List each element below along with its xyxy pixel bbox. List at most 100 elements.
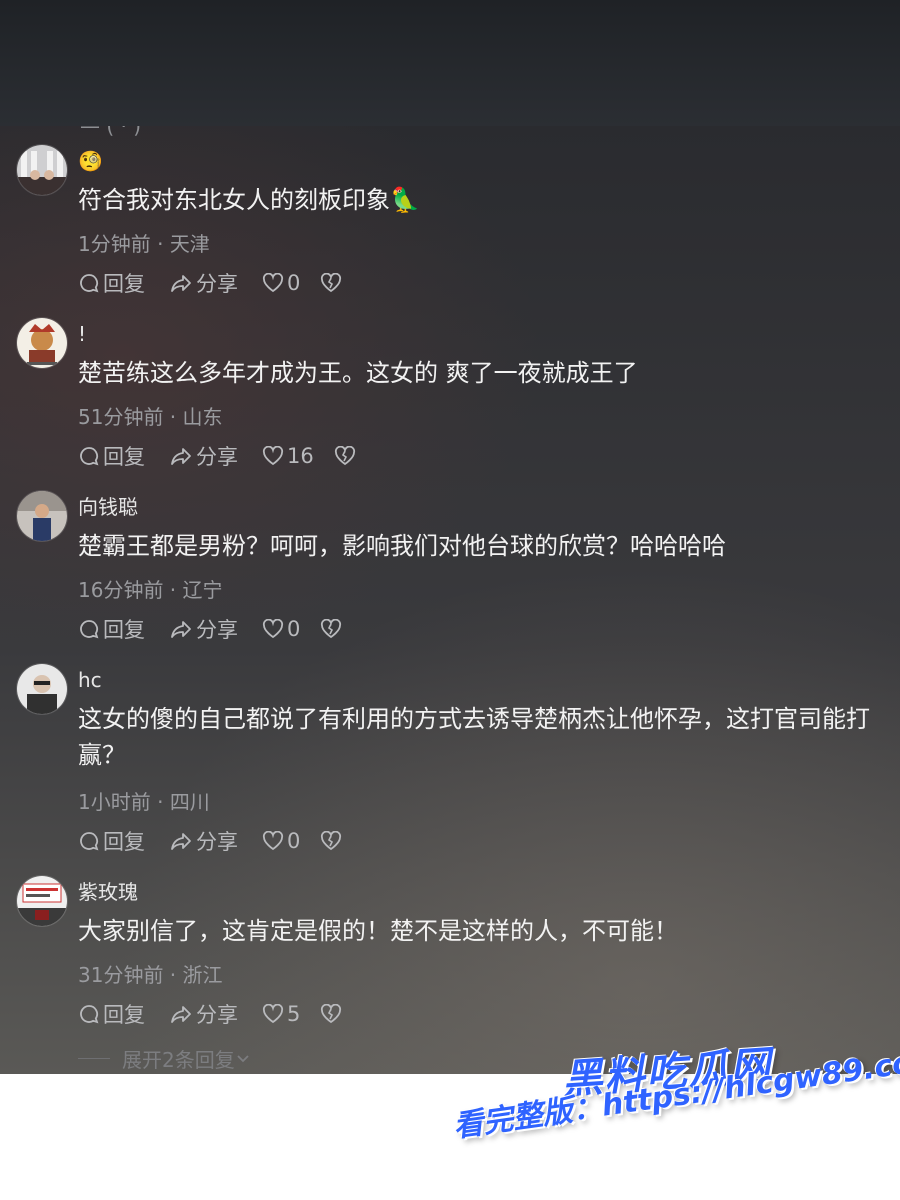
comment-text: 楚苦练这么多年才成为王。这女的 爽了一夜就成王了 xyxy=(78,359,638,387)
comment-location: 辽宁 xyxy=(182,578,223,602)
like-button[interactable]: 0 xyxy=(262,829,300,853)
comment-actions: 回复 分享 5 xyxy=(78,999,369,1029)
reply-label: 回复 xyxy=(103,445,145,469)
broken-heart-icon xyxy=(321,619,342,639)
comment-time: 51分钟前 xyxy=(78,405,164,429)
like-count: 0 xyxy=(287,271,301,295)
dislike-button[interactable] xyxy=(320,273,345,293)
comment-meta: 1小时前 · 四川 xyxy=(78,789,210,815)
reply-label: 回复 xyxy=(103,618,145,642)
comment-username[interactable]: ! xyxy=(78,321,86,347)
dislike-button[interactable] xyxy=(320,619,345,639)
comment-text: 符合我对东北女人的刻板印象🦜 xyxy=(78,186,420,214)
avatar[interactable] xyxy=(16,490,68,542)
comment-username[interactable]: hc xyxy=(78,667,102,693)
broken-heart-icon xyxy=(321,831,342,851)
reply-icon xyxy=(80,832,99,851)
comment-time: 1小时前 xyxy=(78,790,151,814)
reply-label: 回复 xyxy=(103,830,145,854)
comment-time: 31分钟前 xyxy=(78,963,164,987)
comment-actions: 回复 分享 0 xyxy=(78,826,369,856)
share-icon xyxy=(171,448,191,465)
share-button[interactable]: 分享 xyxy=(169,441,238,471)
chevron-down-icon xyxy=(237,1054,249,1062)
reply-button[interactable]: 回复 xyxy=(78,441,145,471)
comment-location: 浙江 xyxy=(182,963,223,987)
share-label: 分享 xyxy=(196,272,238,296)
divider xyxy=(78,1058,110,1059)
meta-separator: · xyxy=(163,578,183,602)
reply-label: 回复 xyxy=(103,272,145,296)
broken-heart-icon xyxy=(334,446,355,466)
comment-username[interactable]: 🧐 xyxy=(78,148,103,174)
reply-button[interactable]: 回复 xyxy=(78,999,145,1029)
meta-separator: · xyxy=(163,963,183,987)
meta-separator: · xyxy=(150,790,170,814)
heart-icon xyxy=(262,619,284,639)
avatar[interactable] xyxy=(16,317,68,369)
watermark: 黑料吃瓜网 看完整版：https://hlcgw89.com xyxy=(450,1040,900,1190)
expand-replies-button[interactable]: 展开2条回复 xyxy=(78,1044,251,1073)
reply-icon xyxy=(80,1005,99,1024)
like-count: 5 xyxy=(287,1002,301,1026)
comment-location: 山东 xyxy=(182,405,223,429)
dislike-button[interactable] xyxy=(320,1004,345,1024)
comment-actions: 回复 分享 0 xyxy=(78,268,369,298)
share-icon xyxy=(171,621,191,638)
comment-location: 天津 xyxy=(169,232,210,256)
cut-off-username: — ( · ) xyxy=(80,126,142,138)
comment-location: 四川 xyxy=(169,790,210,814)
avatar[interactable] xyxy=(16,875,68,927)
broken-heart-icon xyxy=(321,1004,342,1024)
dislike-button[interactable] xyxy=(320,831,345,851)
comment-time: 16分钟前 xyxy=(78,578,164,602)
comment-text: 这女的傻的自己都说了有利用的方式去诱导楚柄杰让他怀孕，这打官司能打赢？ xyxy=(78,705,870,769)
like-button[interactable]: 16 xyxy=(262,444,314,468)
share-label: 分享 xyxy=(196,445,238,469)
share-button[interactable]: 分享 xyxy=(169,268,238,298)
comment-username[interactable]: 向钱聪 xyxy=(78,494,138,520)
comment-text: 大家别信了，这肯定是假的！楚不是这样的人，不可能！ xyxy=(78,917,678,945)
heart-icon xyxy=(262,446,284,466)
comment-panel: — ( · ) 🧐 符合我对东北女人的刻板印象🦜 1分钟前 · 天津 回复 分享… xyxy=(0,126,900,1074)
like-button[interactable]: 0 xyxy=(262,617,300,641)
share-button[interactable]: 分享 xyxy=(169,826,238,856)
comment-username[interactable]: 紫玫瑰 xyxy=(78,879,138,905)
comment-meta: 51分钟前 · 山东 xyxy=(78,404,223,430)
share-label: 分享 xyxy=(196,618,238,642)
meta-separator: · xyxy=(163,405,183,429)
like-button[interactable]: 0 xyxy=(262,271,300,295)
share-button[interactable]: 分享 xyxy=(169,614,238,644)
reply-button[interactable]: 回复 xyxy=(78,614,145,644)
comment-meta: 31分钟前 · 浙江 xyxy=(78,962,223,988)
comment-text: 楚霸王都是男粉？呵呵，影响我们对他台球的欣赏？哈哈哈哈 xyxy=(78,532,726,560)
reply-icon xyxy=(80,274,99,293)
comment-meta: 16分钟前 · 辽宁 xyxy=(78,577,223,603)
meta-separator: · xyxy=(150,232,170,256)
like-count: 0 xyxy=(287,829,301,853)
share-icon xyxy=(171,833,191,850)
like-count: 16 xyxy=(287,444,314,468)
share-button[interactable]: 分享 xyxy=(169,999,238,1029)
heart-icon xyxy=(262,1004,284,1024)
video-top-area xyxy=(0,0,900,126)
share-label: 分享 xyxy=(196,1003,238,1027)
broken-heart-icon xyxy=(321,273,342,293)
expand-replies-label: 展开2条回复 xyxy=(122,1048,235,1072)
share-icon xyxy=(171,275,191,292)
like-button[interactable]: 5 xyxy=(262,1002,300,1026)
reply-button[interactable]: 回复 xyxy=(78,268,145,298)
comment-actions: 回复 分享 16 xyxy=(78,441,383,471)
comment-actions: 回复 分享 0 xyxy=(78,614,369,644)
avatar[interactable] xyxy=(16,663,68,715)
dislike-button[interactable] xyxy=(334,446,359,466)
reply-icon xyxy=(80,447,99,466)
like-count: 0 xyxy=(287,617,301,641)
comment-time: 1分钟前 xyxy=(78,232,151,256)
share-icon xyxy=(171,1006,191,1023)
reply-icon xyxy=(80,620,99,639)
avatar[interactable] xyxy=(16,144,68,196)
comment-meta: 1分钟前 · 天津 xyxy=(78,231,210,257)
reply-button[interactable]: 回复 xyxy=(78,826,145,856)
share-label: 分享 xyxy=(196,830,238,854)
